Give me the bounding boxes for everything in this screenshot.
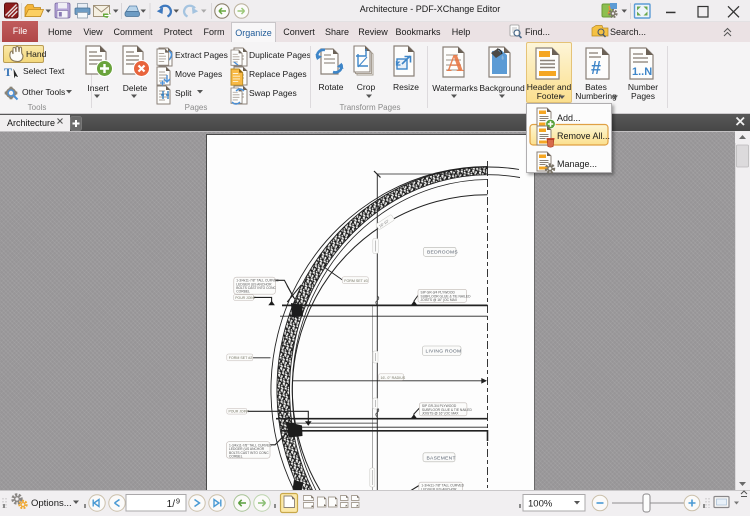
svg-text:16'- 0" RADIUS: 16'- 0" RADIUS: [381, 376, 406, 380]
svg-text:JOISTS @ 16" (OC MAX: JOISTS @ 16" (OC MAX: [422, 412, 459, 416]
svg-text:Remove All...: Remove All...: [557, 131, 610, 141]
svg-text:Add...: Add...: [557, 113, 581, 123]
svg-text:LIVING ROOM: LIVING ROOM: [426, 349, 462, 355]
svg-text:JOISTS @ 16" (OC MAX: JOISTS @ 16" (OC MAX: [421, 298, 458, 302]
svg-text:Search...: Search...: [610, 27, 646, 37]
svg-text:POUR JOINT: POUR JOINT: [235, 296, 256, 300]
svg-text:CORBEL: CORBEL: [236, 290, 250, 294]
svg-text:FORM SET #3: FORM SET #3: [344, 279, 368, 283]
svg-text:100%: 100%: [528, 499, 553, 510]
svg-text:Find...: Find...: [525, 27, 550, 37]
svg-text:#: #: [591, 58, 601, 78]
svg-text:A: A: [447, 51, 465, 77]
svg-text:9: 9: [176, 497, 180, 506]
svg-text:Manage...: Manage...: [557, 159, 597, 169]
svg-text:BEDROOMS: BEDROOMS: [427, 250, 458, 256]
svg-text:FORM SET #2: FORM SET #2: [229, 356, 253, 360]
svg-text:1/: 1/: [167, 499, 176, 510]
svg-text:POUR JOINT: POUR JOINT: [229, 410, 250, 414]
svg-text:T: T: [4, 65, 12, 79]
svg-text:Options...: Options...: [31, 498, 72, 509]
svg-text:BASEMENT: BASEMENT: [427, 455, 456, 461]
svg-text:CORBEL: CORBEL: [229, 455, 243, 459]
svg-text:1..N: 1..N: [632, 66, 652, 78]
